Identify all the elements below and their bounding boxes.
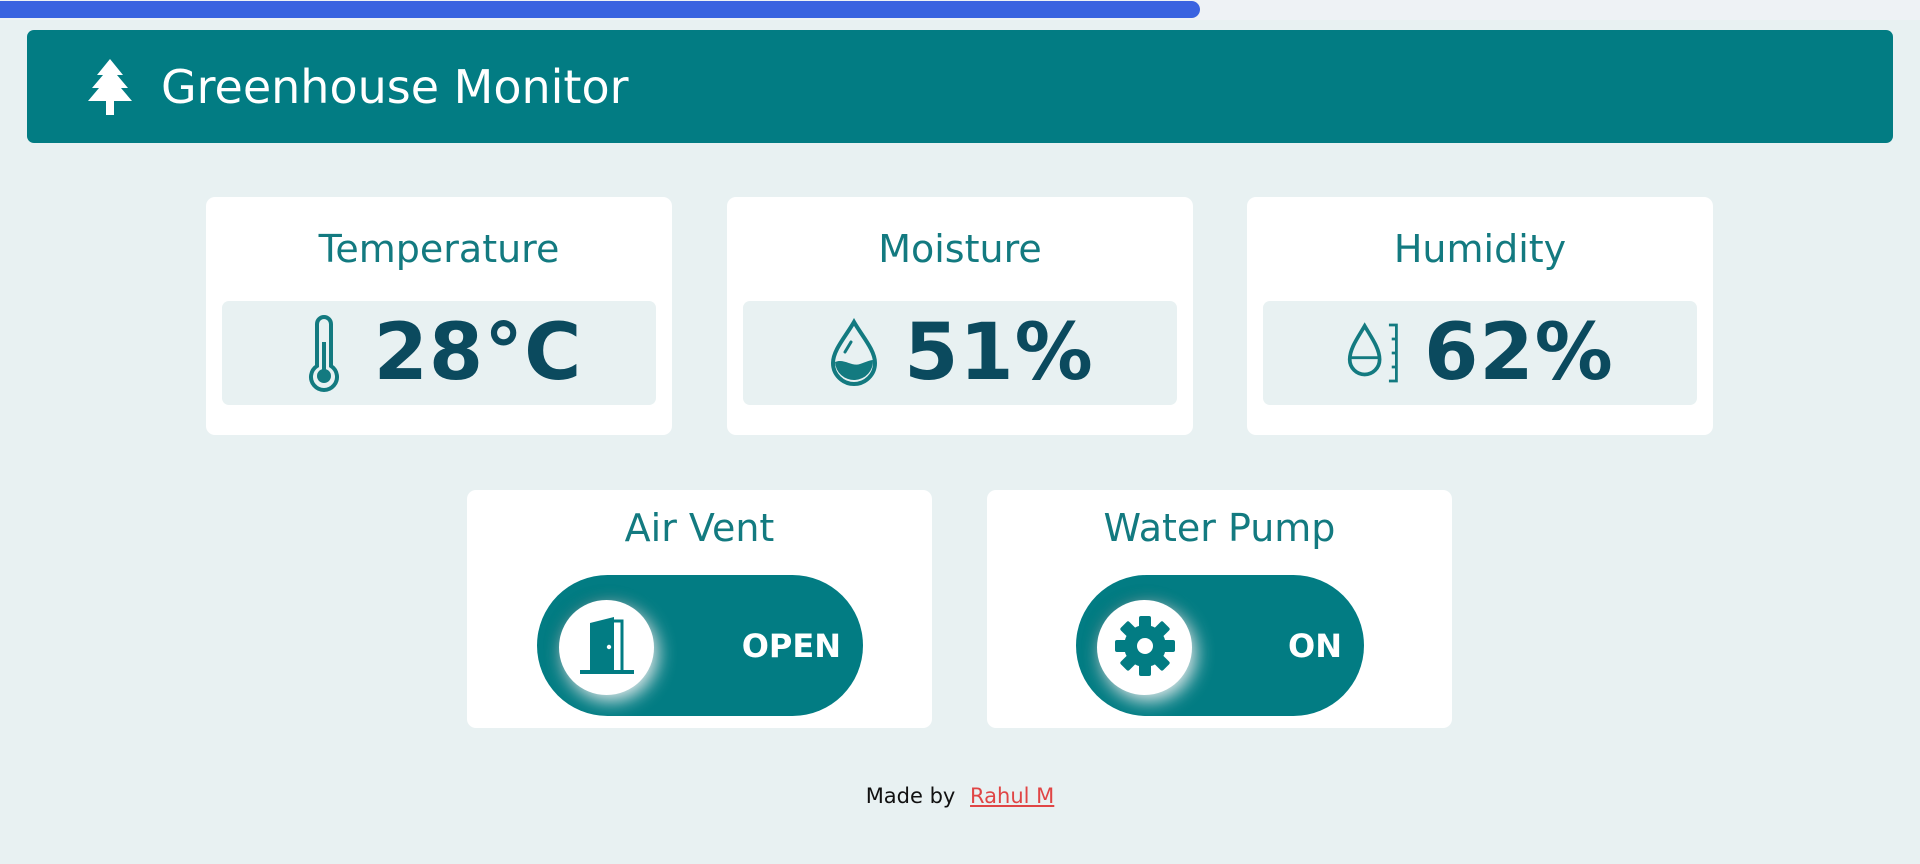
water-pump-toggle[interactable]: ON xyxy=(1076,575,1364,716)
page-load-progress-bar xyxy=(0,1,1200,18)
made-by-text: Made by xyxy=(865,784,956,808)
water-pump-toggle-knob xyxy=(1097,600,1192,695)
author-link[interactable]: Rahul M xyxy=(970,784,1054,808)
temperature-card: Temperature 28°C xyxy=(206,197,672,435)
water-pump-state: ON xyxy=(1288,626,1342,665)
page: Greenhouse Monitor Temperature 28°C Mois… xyxy=(0,0,1920,864)
air-vent-title: Air Vent xyxy=(624,506,775,550)
gear-icon xyxy=(1113,614,1177,682)
moisture-value: 51% xyxy=(904,308,1094,398)
air-vent-card: Air Vent OPEN xyxy=(467,490,932,728)
humidity-title: Humidity xyxy=(1393,227,1567,271)
air-vent-toggle-knob xyxy=(559,600,654,695)
temperature-title: Temperature xyxy=(318,227,560,271)
air-vent-toggle[interactable]: OPEN xyxy=(537,575,863,716)
air-vent-state: OPEN xyxy=(741,626,841,665)
door-open-icon xyxy=(578,613,636,683)
water-pump-card: Water Pump ON xyxy=(987,490,1452,728)
tree-icon xyxy=(85,57,135,117)
moisture-card: Moisture 51% xyxy=(727,197,1193,435)
humidity-card: Humidity 62% xyxy=(1247,197,1713,435)
temperature-value: 28°C xyxy=(373,308,583,398)
moisture-gauge-icon xyxy=(1346,313,1402,393)
humidity-value: 62% xyxy=(1424,308,1614,398)
thermometer-icon xyxy=(296,313,352,393)
humidity-reading: 62% xyxy=(1263,301,1697,405)
droplet-half-icon xyxy=(826,313,882,393)
moisture-title: Moisture xyxy=(878,227,1042,271)
page-title: Greenhouse Monitor xyxy=(161,59,629,114)
water-pump-title: Water Pump xyxy=(1103,506,1336,550)
moisture-reading: 51% xyxy=(743,301,1177,405)
temperature-reading: 28°C xyxy=(222,301,656,405)
app-header: Greenhouse Monitor xyxy=(27,30,1893,143)
footer: Made by Rahul M xyxy=(0,784,1920,808)
page-load-progress-track xyxy=(0,0,1920,20)
